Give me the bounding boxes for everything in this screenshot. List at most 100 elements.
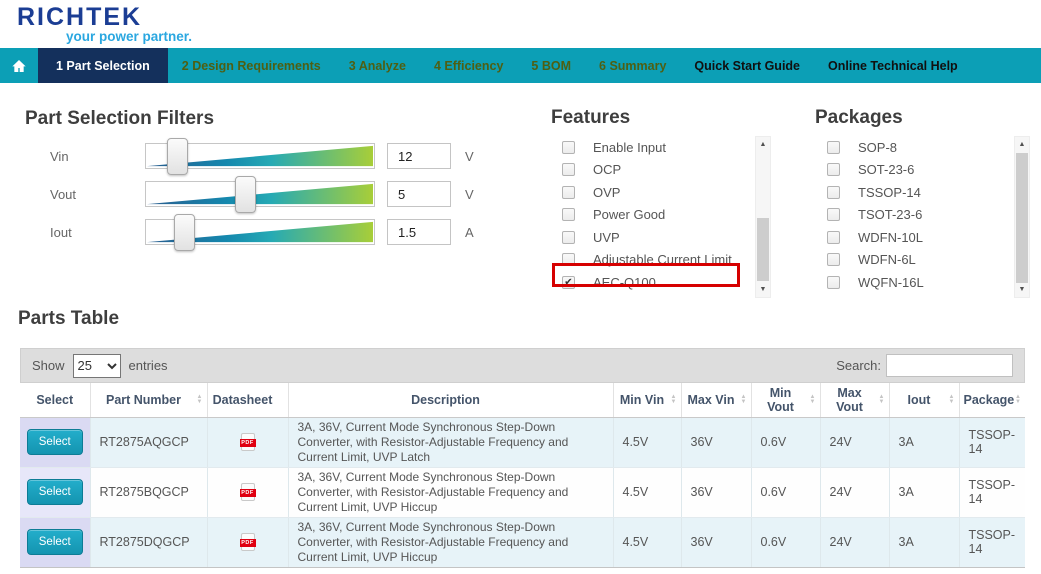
- column-label-datasheet: Datasheet: [212, 392, 273, 407]
- nav-item-quick-start-guide[interactable]: Quick Start Guide: [680, 48, 814, 83]
- slider-track-vout[interactable]: [145, 176, 375, 213]
- column-header-package[interactable]: Package ▲ ▼: [959, 383, 1025, 418]
- nav-item-4-efficiency[interactable]: 4 Efficiency: [420, 48, 517, 83]
- package-checkbox-sot-23-6[interactable]: [827, 163, 840, 177]
- slider-value-input-vout[interactable]: [387, 181, 451, 207]
- package-checkbox-wqfn-16l[interactable]: [827, 275, 840, 289]
- feature-label-aec-q100: AEC-Q100: [593, 274, 656, 290]
- slider-unit-vin: V: [465, 148, 474, 164]
- column-header-iout[interactable]: Iout ▲ ▼: [889, 383, 960, 418]
- package-checkbox-wdfn-6l[interactable]: [827, 253, 840, 267]
- package-row-sop-8: SOP-8: [827, 136, 1041, 159]
- slider-track-iout[interactable]: [145, 214, 375, 251]
- description-cell: 3A, 36V, Current Mode Synchronous Step-D…: [288, 517, 614, 568]
- home-button[interactable]: [0, 48, 38, 83]
- slider-value-input-vin[interactable]: [387, 143, 451, 169]
- feature-label-power-good: Power Good: [593, 207, 666, 223]
- select-cell: Select: [20, 467, 91, 518]
- sort-desc-icon: ▼: [740, 398, 747, 405]
- package-label-sot-23-6: SOT-23-6: [858, 162, 915, 178]
- slider-handle-vout[interactable]: [235, 176, 257, 213]
- features-scrollbar[interactable]: ▲ ▼: [755, 136, 771, 298]
- package-checkbox-sop-8[interactable]: [827, 140, 840, 154]
- datasheet-cell: PDF: [207, 467, 289, 518]
- scroll-down-icon[interactable]: ▼: [1015, 282, 1029, 297]
- feature-checkbox-power-good[interactable]: [562, 208, 575, 222]
- slider-handle-vin[interactable]: [166, 138, 188, 175]
- nav-item-3-analyze[interactable]: 3 Analyze: [335, 48, 420, 83]
- slider-track-vin[interactable]: [145, 138, 375, 175]
- entries-select[interactable]: 25: [72, 353, 121, 378]
- features-list: Enable Input OCP OVP Power Good UVP Adjustabl…: [540, 136, 778, 294]
- nav-item-6-summary[interactable]: 6 Summary: [585, 48, 680, 83]
- column-header-max-vin[interactable]: Max Vin ▲ ▼: [681, 383, 752, 418]
- feature-row-adjustable-current-limit: Adjustable Current Limit: [562, 249, 778, 272]
- part-selection-filters-section: Part Selection Filters Vin V Vout V Iout A: [25, 108, 525, 257]
- search-input[interactable]: [886, 354, 1013, 377]
- column-label-min-vout: Min Vout: [767, 385, 794, 414]
- feature-checkbox-enable-input[interactable]: [562, 140, 575, 154]
- column-header-description[interactable]: Description: [288, 383, 614, 418]
- nav-item-2-design-requirements[interactable]: 2 Design Requirements: [168, 48, 335, 83]
- slider-label-vout: Vout: [50, 186, 77, 202]
- max-vin-cell: 36V: [681, 417, 752, 468]
- package-row-tssop-14: TSSOP-14: [827, 181, 1041, 204]
- nav-item-online-technical-help[interactable]: Online Technical Help: [814, 48, 972, 83]
- feature-checkbox-aec-q100[interactable]: ✔: [562, 275, 575, 289]
- feature-checkbox-adjustable-current-limit[interactable]: [562, 253, 575, 267]
- parts-table: Show 25 entries Search: Select Part Numbe…: [20, 348, 1025, 568]
- column-header-select[interactable]: Select: [20, 383, 91, 418]
- feature-checkbox-uvp[interactable]: [562, 230, 575, 244]
- iout-cell: 3A: [889, 467, 960, 518]
- packages-scrollbar[interactable]: ▲ ▼: [1014, 136, 1030, 298]
- sliders: Vin V Vout V Iout A: [25, 138, 525, 251]
- part-number-cell: RT2875DQGCP: [90, 517, 208, 568]
- scroll-up-icon[interactable]: ▲: [756, 137, 770, 152]
- feature-row-uvp: UVP: [562, 226, 778, 249]
- package-checkbox-tssop-14[interactable]: [827, 185, 840, 199]
- sort-desc-icon: ▼: [809, 398, 816, 405]
- datasheet-cell: PDF: [207, 417, 289, 468]
- package-label-tssop-14: TSSOP-14: [858, 184, 921, 200]
- part-number-cell: RT2875BQGCP: [90, 467, 208, 518]
- pdf-icon[interactable]: PDF: [239, 533, 256, 551]
- parts-data-table: Select Part Number ▲ ▼ Datasheet Description M…: [20, 383, 1025, 568]
- column-header-datasheet[interactable]: Datasheet: [207, 383, 289, 418]
- scroll-up-icon[interactable]: ▲: [1015, 137, 1029, 152]
- packages-section: Packages SOP-8 SOT-23-6 TSSOP-14 TSOT-23-6 W…: [805, 107, 1041, 303]
- max-vout-cell: 24V: [820, 517, 890, 568]
- table-row-rt2875bqgcp: Select RT2875BQGCP PDF 3A, 36V, Current Mod…: [20, 467, 1025, 518]
- column-header-min-vout[interactable]: Min Vout ▲ ▼: [751, 383, 821, 418]
- select-button-rt2875aqgcp[interactable]: Select: [26, 429, 83, 455]
- column-header-min-vin[interactable]: Min Vin ▲ ▼: [613, 383, 682, 418]
- feature-checkbox-ovp[interactable]: [562, 185, 575, 199]
- pdf-icon[interactable]: PDF: [239, 483, 256, 501]
- feature-row-enable-input: Enable Input: [562, 136, 778, 159]
- column-header-max-vout[interactable]: Max Vout ▲ ▼: [820, 383, 890, 418]
- logo-text: RICHTEK: [17, 3, 143, 31]
- filters-title: Part Selection Filters: [25, 108, 215, 129]
- package-checkbox-tsot-23-6[interactable]: [827, 208, 840, 222]
- feature-row-aec-q100: ✔ AEC-Q100: [562, 271, 778, 294]
- scroll-down-icon[interactable]: ▼: [756, 282, 770, 297]
- package-checkbox-wdfn-10l[interactable]: [827, 230, 840, 244]
- feature-label-ocp: OCP: [593, 162, 622, 178]
- richtek-logo: RICHTEK your power partner.: [17, 3, 192, 45]
- packages-scroll-thumb[interactable]: [1016, 153, 1028, 283]
- slider-handle-iout[interactable]: [173, 214, 195, 251]
- pdf-icon[interactable]: PDF: [239, 433, 256, 451]
- features-scroll-thumb[interactable]: [757, 218, 769, 281]
- nav-item-5-bom[interactable]: 5 BOM: [517, 48, 585, 83]
- slider-row-vout: Vout V: [25, 176, 525, 213]
- package-label-tsot-23-6: TSOT-23-6: [858, 207, 923, 223]
- feature-checkbox-ocp[interactable]: [562, 163, 575, 177]
- max-vin-cell: 36V: [681, 517, 752, 568]
- nav-items: 1 Part Selection 2 Design Requirements 3 A…: [38, 48, 972, 83]
- package-row-tsot-23-6: TSOT-23-6: [827, 204, 1041, 227]
- column-header-part-number[interactable]: Part Number ▲ ▼: [90, 383, 208, 418]
- slider-value-input-iout[interactable]: [387, 219, 451, 245]
- select-button-rt2875bqgcp[interactable]: Select: [26, 479, 83, 505]
- select-button-rt2875dqgcp[interactable]: Select: [26, 529, 83, 555]
- nav-item-1-part-selection[interactable]: 1 Part Selection: [38, 48, 168, 83]
- description-cell: 3A, 36V, Current Mode Synchronous Step-D…: [288, 467, 614, 518]
